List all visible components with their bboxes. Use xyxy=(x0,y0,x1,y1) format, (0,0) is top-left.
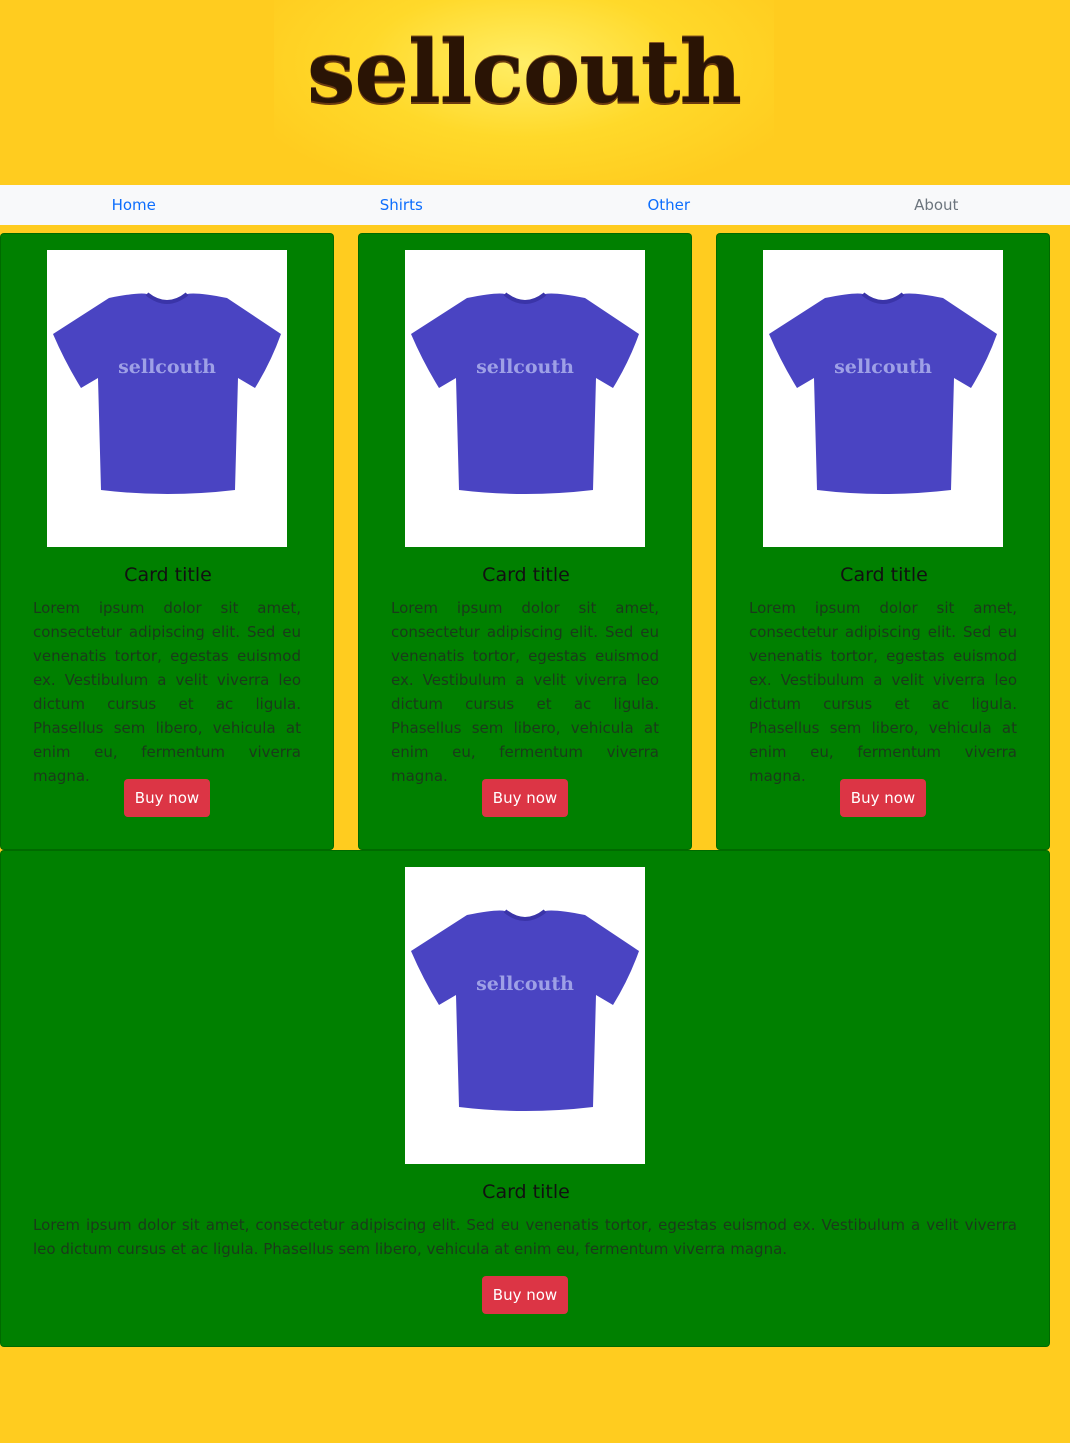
navbar: Home Shirts Other About xyxy=(0,185,1070,225)
tshirt-icon: sellcouth xyxy=(769,292,997,494)
site-header: sellcouth xyxy=(0,0,1070,185)
buy-now-button[interactable]: Buy now xyxy=(482,779,568,817)
nav-home[interactable]: Home xyxy=(0,185,268,225)
logo-text: sellcouth xyxy=(307,22,742,123)
tshirt-icon: sellcouth xyxy=(411,292,639,494)
product-card-2: sellcouth Card title Lorem ipsum dolor s… xyxy=(358,233,692,850)
logo[interactable]: sellcouth xyxy=(274,0,774,180)
card-title: Card title xyxy=(124,564,212,586)
svg-text:sellcouth: sellcouth xyxy=(118,356,216,378)
shirt-image: sellcouth xyxy=(763,250,1003,547)
nav-shirts[interactable]: Shirts xyxy=(268,185,536,225)
card-title: Card title xyxy=(840,564,928,586)
card-text: Lorem ipsum dolor sit amet, consectetur … xyxy=(33,599,301,785)
buy-now-button[interactable]: Buy now xyxy=(124,779,210,817)
tshirt-icon: sellcouth xyxy=(411,909,639,1111)
card-text: Lorem ipsum dolor sit amet, consectetur … xyxy=(749,599,1017,785)
card-title: Card title xyxy=(482,564,570,586)
shirt-image: sellcouth xyxy=(405,867,645,1164)
shirt-image: sellcouth xyxy=(47,250,287,547)
svg-text:sellcouth: sellcouth xyxy=(834,356,932,378)
nav-other[interactable]: Other xyxy=(535,185,803,225)
svg-text:sellcouth: sellcouth xyxy=(476,356,574,378)
product-card-1: sellcouth Card title Lorem ipsum dolor s… xyxy=(0,233,334,850)
card-title: Card title xyxy=(482,1181,570,1203)
svg-text:sellcouth: sellcouth xyxy=(476,973,574,995)
shirt-image: sellcouth xyxy=(405,250,645,547)
card-text: Lorem ipsum dolor sit amet, consectetur … xyxy=(33,1216,1017,1258)
buy-now-button[interactable]: Buy now xyxy=(482,1276,568,1314)
tshirt-icon: sellcouth xyxy=(53,292,281,494)
product-card-4: sellcouth Card title Lorem ipsum dolor s… xyxy=(0,850,1050,1347)
card-text: Lorem ipsum dolor sit amet, consectetur … xyxy=(391,599,659,785)
nav-about[interactable]: About xyxy=(803,185,1070,225)
product-card-3: sellcouth Card title Lorem ipsum dolor s… xyxy=(716,233,1050,850)
buy-now-button[interactable]: Buy now xyxy=(840,779,926,817)
